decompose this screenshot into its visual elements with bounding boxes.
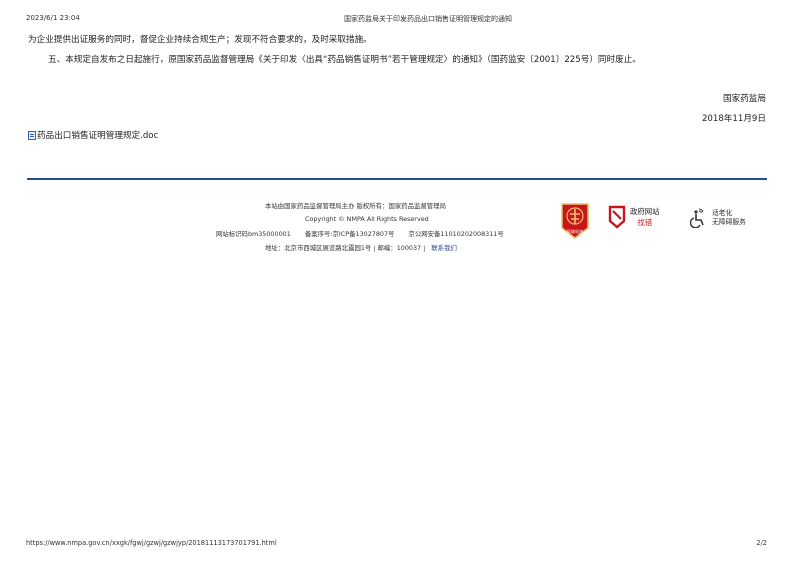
access-label-1: 适老化 — [712, 209, 733, 217]
site-id: 网站标识码bm35000001 — [216, 230, 291, 238]
footer-sponsor: 本站由国家药品监督管理局主办 版权所有：国家药品监督管理局 — [265, 202, 446, 210]
gov-site-find-error[interactable]: 政府网站 找错 — [607, 205, 660, 229]
paragraph-2: 五、本规定自发布之日起施行，原国家药品监督管理局《关于印发〈出具“药品销售证明书… — [48, 55, 641, 65]
police-record: 京公网安备11010202008311号 — [408, 230, 504, 238]
print-page-title: 国家药监局关于印发药品出口销售证明管理规定的通知 — [344, 15, 512, 23]
attachment-filename: 药品出口销售证明管理规定.doc — [37, 131, 159, 141]
signature-date: 2018年11月9日 — [701, 114, 766, 124]
print-page-number: 2/2 — [756, 539, 767, 547]
signature-org: 国家药监局 — [723, 94, 766, 104]
gov-find-label: 政府网站 — [630, 207, 660, 216]
print-datetime: 2023/6/1 23:04 — [26, 14, 80, 22]
icp-record: 备案序号:京ICP备13027807号 — [304, 230, 395, 238]
attachment-link[interactable]: 药品出口销售证明管理规定.doc — [28, 129, 158, 141]
seal-label: 党政机关 — [567, 228, 584, 235]
seal-icon: 党政机关 — [561, 203, 589, 239]
gov-find-sub: 找错 — [637, 218, 653, 227]
print-url: https://www.nmpa.gov.cn/xxgk/fgwj/gzwj/g… — [26, 539, 277, 547]
accessibility-icon — [690, 208, 704, 228]
footer-address: 地址：北京市西城区展览路北露园1号 | 邮编：100037 | — [265, 244, 426, 252]
contact-us-link[interactable]: 联系我们 — [431, 244, 457, 252]
footer-divider — [27, 178, 767, 180]
document-icon — [28, 130, 36, 140]
access-label-2: 无障碍服务 — [712, 218, 746, 226]
paragraph-1: 为企业提供出证服务的同时，督促企业持续合规生产；发现不符合要求的，及时采取措施。 — [28, 35, 372, 45]
accessibility-service[interactable]: 适老化 无障碍服务 — [690, 208, 746, 228]
party-gov-seal[interactable]: 党政机关 — [559, 202, 591, 240]
find-error-icon — [608, 205, 626, 229]
footer-address-line: 地址：北京市西城区展览路北露园1号 | 邮编：100037 | 联系我们 — [265, 243, 457, 252]
footer-copyright: Copyright © NMPA All Rights Reserved — [305, 215, 429, 223]
footer-records: 网站标识码bm35000001 备案序号:京ICP备13027807号 京公网安… — [216, 229, 516, 238]
